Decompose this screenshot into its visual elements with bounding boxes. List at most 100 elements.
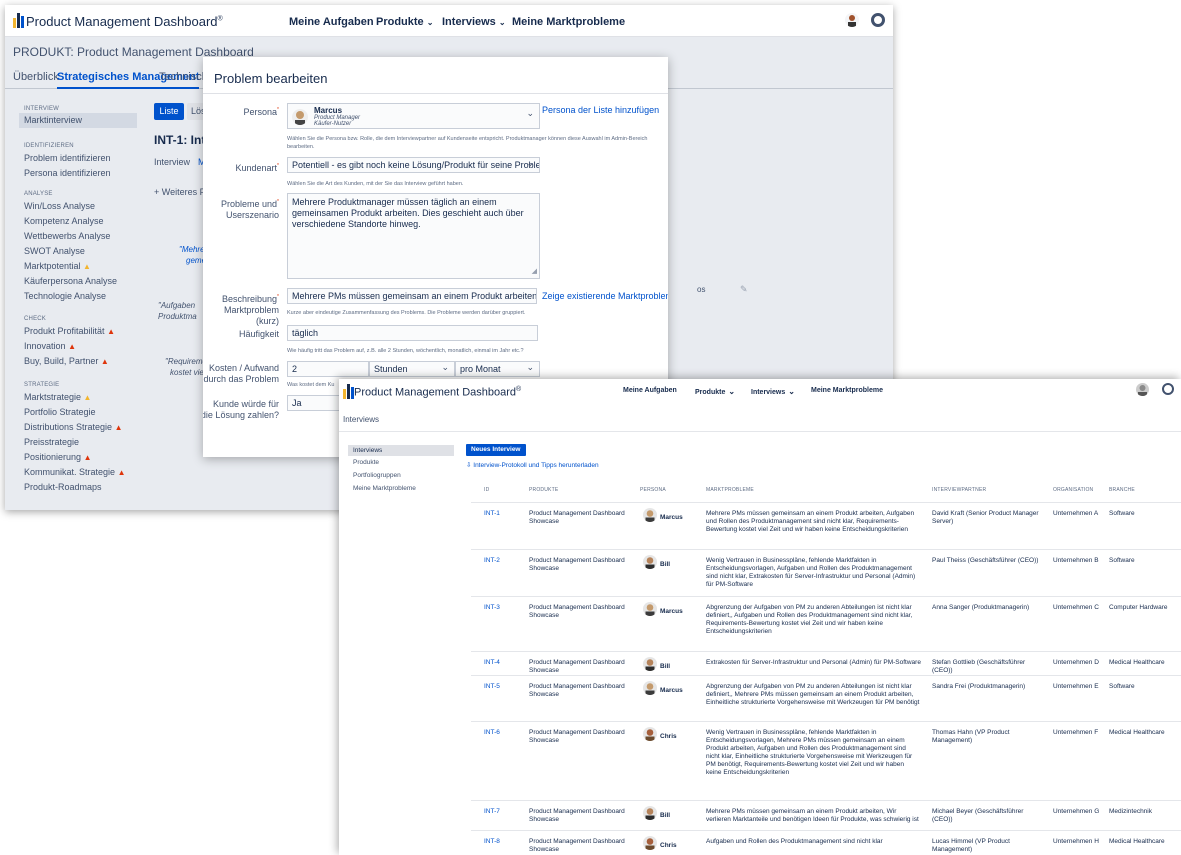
sidebar-item-produkte[interactable]: Produkte <box>353 459 379 466</box>
interview-id-link[interactable]: INT-5 <box>484 683 500 691</box>
nav-produkte[interactable]: Produkte ⌄ <box>376 16 433 28</box>
product-cell[interactable]: Product Management Dashboard Showcase <box>529 808 637 824</box>
table-row[interactable]: INT-6 Product Management Dashboard Showca… <box>471 721 1181 800</box>
sidebar-item-positionierung[interactable]: Positionierung ▲ <box>24 452 91 462</box>
column-header-organisation[interactable]: ORGANISATION <box>1053 487 1093 493</box>
gear-icon[interactable] <box>871 13 885 27</box>
product-cell[interactable]: Product Management Dashboard Showcase <box>529 557 637 573</box>
download-protocol-link[interactable]: ⇩ Interview-Protokoll und Tipps herunter… <box>466 461 599 469</box>
persona-name[interactable]: Marcus <box>660 514 683 522</box>
kosten-period-select[interactable]: pro Monat <box>455 361 540 377</box>
kundenart-label: Kundenart* <box>235 163 280 173</box>
sidebar-heading-interview: INTERVIEW <box>24 106 60 112</box>
branche-cell: Software <box>1109 510 1135 517</box>
sidebar-item-buy-build-partner[interactable]: Buy, Build, Partner ▲ <box>24 356 109 366</box>
beschreibung-input[interactable]: Mehrere PMs müssen gemeinsam an einem Pr… <box>287 288 537 304</box>
zahlen-select[interactable]: Ja <box>287 395 347 411</box>
persona-name[interactable]: Bill <box>660 561 670 569</box>
new-interview-button[interactable]: Neues Interview <box>466 444 526 456</box>
interview-id-link[interactable]: INT-4 <box>484 659 500 667</box>
sidebar-item-technologie[interactable]: Technologie Analyse <box>24 291 106 301</box>
nav-interviews[interactable]: Interviews ⌄ <box>751 387 795 396</box>
column-header-marktprobleme[interactable]: MARKTPROBLEME <box>706 487 754 493</box>
table-row[interactable]: INT-7 Product Management Dashboard Showca… <box>471 800 1181 830</box>
sidebar-item-marktinterview[interactable]: Marktinterview <box>19 113 137 128</box>
gear-icon[interactable] <box>1162 383 1174 395</box>
sidebar-item-marktpotential[interactable]: Marktpotential ▲ <box>24 261 91 271</box>
table-row[interactable]: INT-1 Product Management Dashboard Showca… <box>471 502 1181 549</box>
sidebar-item-winloss[interactable]: Win/Loss Analyse <box>24 201 95 211</box>
table-row[interactable]: INT-5 Product Management Dashboard Showca… <box>471 675 1181 721</box>
user-avatar[interactable] <box>1136 383 1149 396</box>
interview-id-link[interactable]: INT-1 <box>484 510 500 518</box>
add-persona-link[interactable]: Persona der Liste hinzufügen <box>542 105 659 115</box>
sidebar-item-kommunikation[interactable]: Kommunikat. Strategie ▲ <box>24 467 125 477</box>
brand-title[interactable]: Product Management Dashboard® <box>26 14 223 29</box>
persona-name[interactable]: Marcus <box>660 687 683 695</box>
nav-meine-marktprobleme[interactable]: Meine Marktprobleme <box>811 387 883 394</box>
sidebar-item-persona-identifizieren[interactable]: Persona identifizieren <box>24 168 111 178</box>
sidebar-item-wettbewerb[interactable]: Wettbewerbs Analyse <box>24 231 110 241</box>
nav-meine-marktprobleme[interactable]: Meine Marktprobleme <box>512 16 625 28</box>
column-header-produkte[interactable]: PRODUKTE <box>529 487 558 493</box>
interview-id-link[interactable]: INT-6 <box>484 729 500 737</box>
nav-meine-aufgaben[interactable]: Meine Aufgaben <box>289 16 374 28</box>
sidebar-item-meine-marktprobleme[interactable]: Meine Marktprobleme <box>353 485 416 492</box>
sidebar-item-problem-identifizieren[interactable]: Problem identifizieren <box>24 153 111 163</box>
tab-ueberblick[interactable]: Überblick <box>13 71 59 83</box>
sidebar-item-marktstrategie[interactable]: Marktstrategie ▲ <box>24 392 91 402</box>
persona-name[interactable]: Marcus <box>660 608 683 616</box>
sidebar-item-kaeuferpersona[interactable]: Käuferpersona Analyse <box>24 276 117 286</box>
product-cell[interactable]: Product Management Dashboard Showcase <box>529 659 637 675</box>
column-header-interviewpartner[interactable]: INTERVIEWPARTNER <box>932 487 986 493</box>
kosten-input[interactable]: 2 <box>287 361 369 377</box>
column-header-persona[interactable]: PERSONA <box>640 487 666 493</box>
persona-name[interactable]: Bill <box>660 663 670 671</box>
sidebar-item-profitabilitaet[interactable]: Produkt Profitabilität ▲ <box>24 326 115 336</box>
sidebar-item-interviews[interactable]: Interviews <box>348 445 454 456</box>
show-marktprobleme-link[interactable]: Zeige existierende Marktprobleme <box>542 291 668 301</box>
nav-meine-aufgaben[interactable]: Meine Aufgaben <box>623 387 677 394</box>
column-header-id[interactable]: ID <box>484 487 489 493</box>
product-cell[interactable]: Product Management Dashboard Showcase <box>529 604 637 620</box>
sidebar-item-preisstrategie[interactable]: Preisstrategie <box>24 437 79 447</box>
product-cell[interactable]: Product Management Dashboard Showcase <box>529 838 637 854</box>
sidebar-item-kompetenz[interactable]: Kompetenz Analyse <box>24 216 104 226</box>
interview-id-link[interactable]: INT-8 <box>484 838 500 846</box>
sidebar-item-innovation[interactable]: Innovation ▲ <box>24 341 76 351</box>
persona-name[interactable]: Chris <box>660 842 677 850</box>
persona-name[interactable]: Chris <box>660 733 677 741</box>
sidebar-item-portfolio[interactable]: Portfolio Strategie <box>24 407 96 417</box>
probleme-textarea[interactable]: Mehrere Produktmanager müssen täglich an… <box>287 193 540 279</box>
table-row[interactable]: INT-4 Product Management Dashboard Showca… <box>471 651 1181 675</box>
table-row[interactable]: INT-3 Product Management Dashboard Showca… <box>471 596 1181 651</box>
user-avatar[interactable] <box>845 13 859 27</box>
nav-interviews[interactable]: Interviews ⌄ <box>442 16 506 28</box>
sidebar-item-distribution[interactable]: Distributions Strategie ▲ <box>24 422 122 432</box>
kosten-unit-select[interactable]: Stunden <box>369 361 455 377</box>
interview-id-link[interactable]: INT-3 <box>484 604 500 612</box>
sidebar-item-swot[interactable]: SWOT Analyse <box>24 246 85 256</box>
pencil-icon[interactable]: ✎ <box>740 284 748 295</box>
product-cell[interactable]: Product Management Dashboard Showcase <box>529 510 637 526</box>
column-header-branche[interactable]: BRANCHE <box>1109 487 1135 493</box>
kundenart-hint: Wählen Sie die Art des Kunden, mit der S… <box>287 181 464 187</box>
persona-select[interactable]: Marcus Product Manager Käufer-Nutzer ⌄ <box>287 103 540 129</box>
table-row[interactable]: INT-8 Product Management Dashboard Showca… <box>471 830 1181 855</box>
add-problem-link[interactable]: + Weiteres Pr <box>154 187 209 197</box>
product-cell[interactable]: Product Management Dashboard Showcase <box>529 683 637 699</box>
table-row[interactable]: INT-2 Product Management Dashboard Showca… <box>471 549 1181 596</box>
resize-handle-icon[interactable]: ◢ <box>532 266 537 277</box>
nav-produkte[interactable]: Produkte ⌄ <box>695 387 735 396</box>
persona-name[interactable]: Bill <box>660 812 670 820</box>
interview-id-link[interactable]: INT-7 <box>484 808 500 816</box>
sidebar-item-roadmaps[interactable]: Produkt-Roadmaps <box>24 482 102 492</box>
product-cell[interactable]: Product Management Dashboard Showcase <box>529 729 637 745</box>
interview-id-link[interactable]: INT-2 <box>484 557 500 565</box>
liste-button[interactable]: Liste <box>154 103 184 120</box>
sidebar-item-portfoliogruppen[interactable]: Portfoliogruppen <box>353 472 401 479</box>
brand-title[interactable]: Product Management Dashboard® <box>354 386 521 399</box>
kundenart-select[interactable]: Potentiell - es gibt noch keine Lösung/P… <box>287 157 540 173</box>
haeufigkeit-input[interactable]: täglich <box>287 325 538 341</box>
subtab-interview[interactable]: Interview <box>154 157 190 167</box>
